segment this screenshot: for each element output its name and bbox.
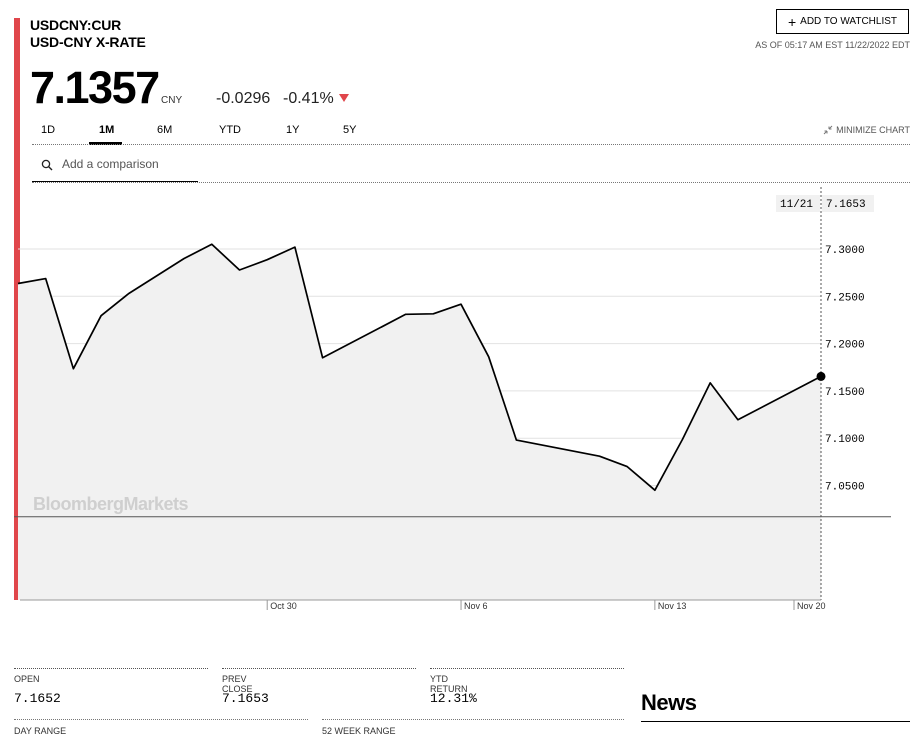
tab-1d[interactable]: 1D — [41, 124, 55, 136]
day-range-label: DAY RANGE — [14, 726, 67, 736]
y-axis-ticks: 7.3000 7.2500 7.2000 7.1500 7.1000 7.0500 — [825, 245, 865, 494]
divider — [14, 668, 208, 669]
y-tick-label: 7.3000 — [825, 245, 865, 257]
divider — [222, 668, 416, 669]
tab-1y[interactable]: 1Y — [286, 124, 299, 136]
tab-ytd[interactable]: YTD — [219, 124, 241, 136]
comparison-input[interactable] — [60, 156, 200, 172]
x-tick-label: Nov 6 — [464, 601, 488, 611]
ticker-symbol: USDCNY:CUR — [30, 17, 122, 33]
tab-5y[interactable]: 5Y — [343, 124, 356, 136]
price-area-fill — [18, 244, 821, 601]
x-tick-label: Oct 30 — [270, 601, 297, 611]
y-tick-label: 7.2000 — [825, 340, 865, 352]
divider — [641, 721, 910, 722]
stat-value: 7.1653 — [222, 691, 269, 706]
search-icon — [41, 159, 53, 171]
minimize-chart-label: MINIMIZE CHART — [836, 125, 910, 135]
last-price: 7.1357 — [30, 62, 160, 113]
divider — [322, 719, 624, 720]
comparison-search — [32, 150, 200, 182]
currency-label: CNY — [161, 95, 183, 106]
stat-value: 7.1652 — [14, 691, 61, 706]
stat-value: 12.31% — [430, 691, 477, 706]
minimize-icon — [823, 125, 833, 135]
crosshair-date: 11/21 — [780, 199, 813, 211]
add-to-watchlist-label: ADD TO WATCHLIST — [800, 16, 898, 27]
tab-1m[interactable]: 1M — [99, 124, 114, 136]
divider — [32, 144, 910, 145]
price-change-percent: -0.41% — [283, 90, 334, 107]
y-tick-label: 7.0500 — [825, 482, 865, 494]
last-point-marker — [816, 371, 826, 381]
week52-range-label: 52 WEEK RANGE — [322, 726, 396, 736]
price-change: -0.0296 — [216, 90, 271, 107]
divider — [430, 668, 624, 669]
instrument-name: USD-CNY X-RATE — [30, 34, 146, 50]
x-tick-label: Nov 13 — [658, 601, 687, 611]
crosshair-value: 7.1653 — [826, 199, 866, 211]
stat-label: OPEN — [14, 674, 40, 684]
range-tabs: 1D 1M 6M YTD 1Y 5Y — [31, 118, 911, 145]
x-tick-label: Nov 20 — [797, 601, 826, 611]
y-tick-label: 7.1500 — [825, 387, 865, 399]
as-of-timestamp: AS OF 05:17 AM EST 11/22/2022 EDT — [755, 40, 910, 50]
y-tick-label: 7.1000 — [825, 434, 865, 446]
tab-6m[interactable]: 6M — [157, 124, 172, 136]
divider — [14, 719, 308, 720]
bloomberg-watermark: BloombergMarkets — [33, 494, 189, 514]
price-chart[interactable]: 7.3000 7.2500 7.2000 7.1500 7.1000 7.0500 Oct… — [0, 183, 912, 613]
minimize-chart-button[interactable]: MINIMIZE CHART — [823, 125, 910, 135]
down-arrow-icon — [339, 94, 349, 102]
add-to-watchlist-button[interactable]: + ADD TO WATCHLIST — [776, 9, 909, 34]
y-tick-label: 7.2500 — [825, 292, 865, 304]
plus-icon: + — [787, 13, 797, 30]
news-heading: News — [641, 690, 697, 715]
x-axis-ticks: Oct 30 Nov 6 Nov 13 Nov 20 — [266, 600, 826, 611]
